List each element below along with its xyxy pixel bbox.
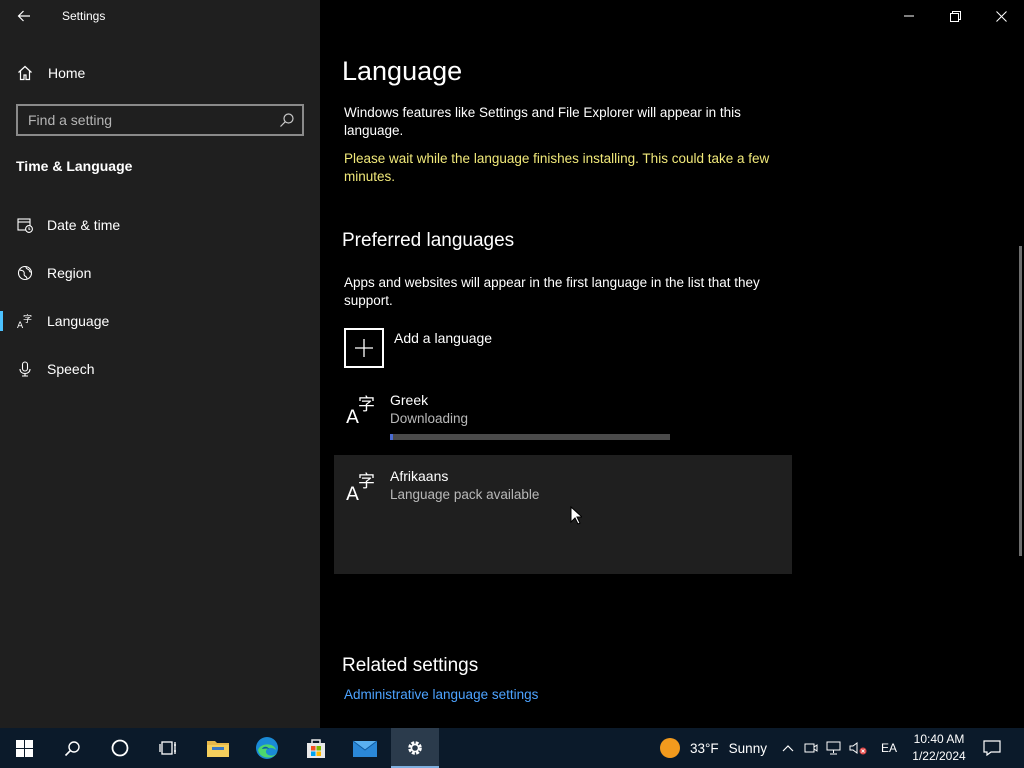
mouse-cursor-icon xyxy=(570,506,582,525)
sidebar-item-label: Language xyxy=(47,313,110,329)
cortana-button[interactable] xyxy=(96,728,144,768)
gear-icon xyxy=(408,741,422,755)
close-button[interactable] xyxy=(978,0,1024,32)
store-icon xyxy=(307,739,325,758)
language-item-afrikaans[interactable]: A字 Afrikaans Language pack available xyxy=(334,455,792,574)
section-title: Time & Language xyxy=(16,158,133,174)
search-icon[interactable] xyxy=(279,112,295,128)
add-language-label: Add a language xyxy=(394,330,493,346)
close-icon xyxy=(995,10,1007,22)
language-item-greek[interactable]: A字 Greek Downloading xyxy=(334,386,792,448)
sidebar-item-language[interactable]: A字 Language xyxy=(0,301,320,341)
calendar-clock-icon xyxy=(17,218,33,233)
home-icon xyxy=(18,65,32,81)
sidebar-item-speech[interactable]: Speech xyxy=(0,349,320,389)
globe-icon xyxy=(17,265,33,281)
sun-icon xyxy=(660,738,680,758)
mail-button[interactable] xyxy=(341,728,389,768)
svg-text:字: 字 xyxy=(358,472,375,492)
svg-text:字: 字 xyxy=(23,313,32,325)
volume-muted-icon xyxy=(849,742,867,755)
language-name: Afrikaans xyxy=(390,468,449,484)
folder-icon xyxy=(207,741,229,757)
search-input[interactable] xyxy=(18,106,273,134)
search-box[interactable] xyxy=(16,104,304,136)
mail-icon xyxy=(352,740,378,757)
window-controls xyxy=(886,0,1024,32)
install-warning: Please wait while the language finishes … xyxy=(344,151,770,184)
meet-now-tray-icon[interactable] xyxy=(802,728,820,768)
sidebar-item-label: Speech xyxy=(47,361,95,377)
weather-condition: Sunny xyxy=(728,740,767,756)
content-pane: Language Windows features like Settings … xyxy=(320,0,1024,728)
file-explorer-button[interactable] xyxy=(194,728,242,768)
weather-temperature: 33°F xyxy=(690,740,719,756)
preferred-languages-heading: Preferred languages xyxy=(342,230,515,251)
restore-button[interactable] xyxy=(932,0,978,32)
add-language-button[interactable]: Add a language xyxy=(344,328,644,368)
search-icon xyxy=(64,740,80,756)
edge-browser-icon xyxy=(256,737,278,759)
home-label: Home xyxy=(48,65,86,81)
download-progress-fill xyxy=(390,434,393,440)
task-view-button[interactable] xyxy=(144,728,192,768)
language-icon: A字 xyxy=(346,395,375,424)
settings-taskbar-button[interactable] xyxy=(391,728,439,768)
network-tray-icon[interactable] xyxy=(824,728,844,768)
sidebar-item-label: Region xyxy=(47,265,92,281)
language-name: Greek xyxy=(390,392,429,408)
volume-tray-icon[interactable] xyxy=(848,728,868,768)
clock-date: 1/22/2024 xyxy=(912,749,966,763)
download-progress-bar xyxy=(390,434,670,440)
show-hidden-icons-button[interactable] xyxy=(778,728,798,768)
add-box xyxy=(344,328,384,368)
edge-button[interactable] xyxy=(243,728,291,768)
app-title: Settings xyxy=(62,9,106,23)
language-status: Language pack available xyxy=(390,487,540,502)
notification-icon xyxy=(983,740,1001,756)
home-nav-item[interactable]: Home xyxy=(0,56,320,90)
minimize-button[interactable] xyxy=(886,0,932,32)
cortana-icon xyxy=(111,739,129,757)
svg-text:字: 字 xyxy=(358,395,375,415)
language-icon: A字 xyxy=(17,313,32,329)
sidebar-item-region[interactable]: Region xyxy=(0,253,320,293)
taskbar: 33°F Sunny EA 10:40 AM 1/22/2024 xyxy=(0,728,1024,768)
sidebar-item-label: Date & time xyxy=(47,217,121,233)
sidebar-item-date-time[interactable]: Date & time xyxy=(0,205,320,245)
related-settings-heading: Related settings xyxy=(342,655,479,676)
clock-time: 10:40 AM xyxy=(913,732,965,746)
action-center-button[interactable] xyxy=(980,728,1004,768)
search-button[interactable] xyxy=(48,728,96,768)
start-button[interactable] xyxy=(0,728,48,768)
task-view-icon xyxy=(159,741,176,755)
administrative-language-settings-link[interactable]: Administrative language settings xyxy=(344,687,538,702)
input-indicator[interactable]: EA xyxy=(876,728,902,768)
plus-icon xyxy=(355,339,373,357)
store-button[interactable] xyxy=(292,728,340,768)
back-arrow-icon xyxy=(17,10,30,22)
page-title: Language xyxy=(342,56,463,86)
title-bar: Settings xyxy=(0,0,320,32)
weather-widget[interactable]: 33°F Sunny xyxy=(660,728,767,768)
network-icon xyxy=(826,741,841,755)
chevron-up-icon xyxy=(782,745,794,752)
clock[interactable]: 10:40 AM 1/22/2024 xyxy=(905,731,973,765)
camera-icon xyxy=(804,743,818,753)
scrollbar[interactable] xyxy=(1019,246,1022,556)
microphone-icon xyxy=(19,361,31,377)
navigation-pane: Settings Home Time & Language Date & tim… xyxy=(0,0,320,728)
minimize-icon xyxy=(904,15,914,17)
preferred-languages-description: Apps and websites will appear in the fir… xyxy=(344,275,760,308)
restore-icon xyxy=(949,10,961,22)
back-button[interactable] xyxy=(10,4,38,28)
language-description: Windows features like Settings and File … xyxy=(344,105,741,138)
language-status: Downloading xyxy=(390,411,469,426)
language-icon: A字 xyxy=(346,472,375,501)
windows-logo-icon xyxy=(15,739,33,757)
